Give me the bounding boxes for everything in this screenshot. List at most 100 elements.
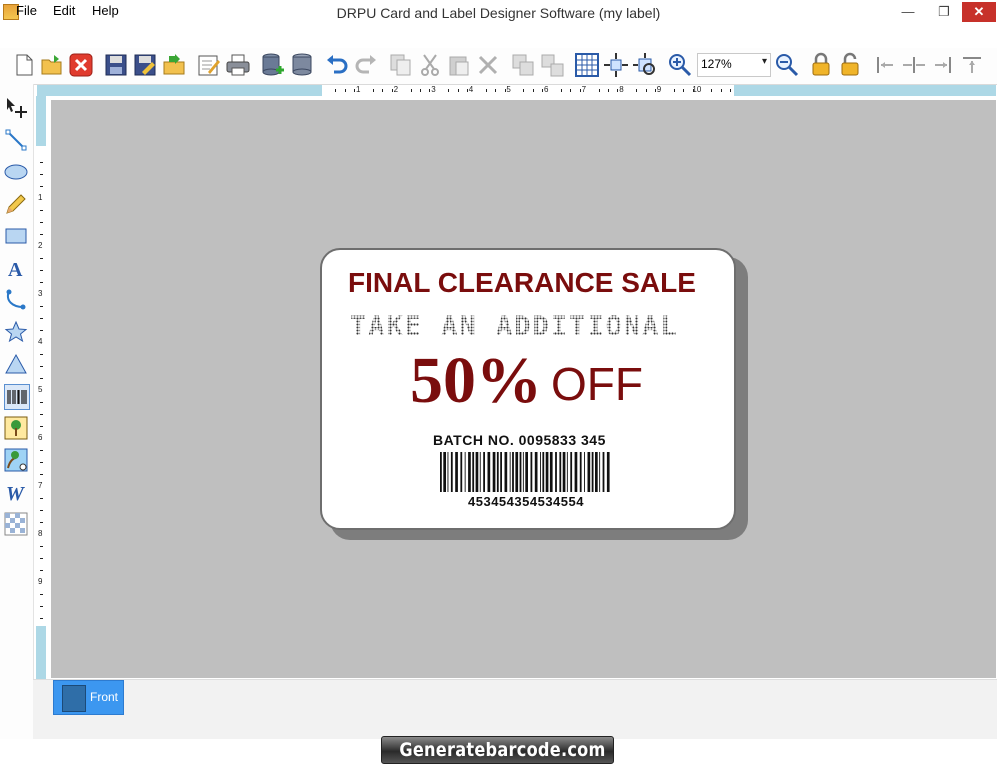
barcode-bar [500,452,502,492]
wordart-icon[interactable]: W [4,480,28,505]
ruler-label: 8 [619,85,624,94]
menu-edit[interactable]: Edit [53,3,75,18]
close-doc-icon[interactable] [68,52,94,78]
ruler-label: 4 [38,337,43,346]
ungroup-icon[interactable] [539,52,565,78]
ruler-tick [495,89,497,92]
redo-icon[interactable] [353,52,379,78]
export-icon[interactable] [161,52,187,78]
edit-icon[interactable] [196,52,222,78]
ruler-tick [711,89,713,92]
line-icon[interactable] [4,128,28,152]
align-center-icon[interactable] [901,52,927,78]
barcode-bar [570,452,573,492]
label-discount[interactable]: 50% [410,343,542,419]
ellipse-icon[interactable] [4,160,28,184]
label-off[interactable]: OFF [551,357,643,411]
ruler-tick [40,450,43,451]
menu-file[interactable]: File [16,3,37,18]
unlock-icon[interactable] [837,52,863,78]
label-subline[interactable]: TAKE AN ADDITIONAL [350,311,679,342]
star-icon[interactable] [4,320,28,344]
cut-icon[interactable] [417,52,443,78]
curve-icon[interactable] [4,288,28,312]
barcode-bar [574,452,578,492]
barcode-bar [540,452,541,492]
save-icon[interactable] [103,52,129,78]
barcode-bar [464,452,466,492]
text-icon[interactable]: A [4,256,28,281]
ruler-tick [40,234,43,235]
minimize-button[interactable]: — [890,2,926,22]
barcode-bar [487,452,491,492]
barcode-bar [566,452,568,492]
vertical-ruler: 1 2 3 4 5 6 7 8 9 [36,146,46,626]
pattern-icon[interactable] [4,512,28,536]
open-icon[interactable] [39,52,65,78]
barcode-bar [595,452,598,492]
align-top-icon[interactable] [959,52,985,78]
ruler-tick [40,414,43,415]
align-left-icon[interactable] [872,52,898,78]
label-headline[interactable]: FINAL CLEARANCE SALE [348,267,696,299]
ruler-label: 3 [38,289,43,298]
tab-front-label: Front [90,690,119,704]
database-add-icon[interactable] [260,52,286,78]
menu-bar [0,27,997,48]
ruler-tick [40,306,43,307]
zoom-select[interactable]: 127% ▾ [697,53,771,77]
ruler-tick [40,174,43,175]
rectangle-icon[interactable] [4,224,28,248]
center-icon[interactable] [632,52,658,78]
copy-icon[interactable] [388,52,414,78]
paste-icon[interactable] [446,52,472,78]
barcode-bar [509,452,511,492]
card-page-icon [62,685,86,712]
triangle-icon[interactable] [4,352,28,376]
label-batch-number[interactable]: BATCH NO. 0095833 345 [433,432,606,448]
ruler-tick [40,210,43,211]
ruler-tick [40,258,43,259]
ruler-label: 2 [38,241,43,250]
ruler-label: 4 [468,85,474,94]
save-as-icon[interactable] [132,52,158,78]
barcode-icon[interactable] [4,384,30,410]
pointer-move-icon[interactable] [4,96,28,120]
zoom-out-icon[interactable] [774,52,800,78]
ruler-tick [40,606,43,607]
image-library-icon[interactable] [4,448,28,472]
ruler-tick [683,89,685,92]
label-barcode-number[interactable]: 453454354534554 [439,494,613,509]
zoom-in-icon[interactable] [667,52,693,78]
window-title: DRPU Card and Label Designer Software (m… [336,5,661,21]
ruler-tick [40,222,43,223]
menu-help[interactable]: Help [92,3,119,18]
ruler-tick [373,89,374,92]
maximize-button[interactable]: ❐ [926,2,962,22]
new-icon[interactable] [11,52,37,78]
undo-icon[interactable] [324,52,350,78]
image-icon[interactable] [4,416,28,440]
ruler-label: 5 [506,85,511,94]
barcode-bar [504,452,508,492]
align-right-icon[interactable] [930,52,956,78]
delete-icon[interactable] [475,52,501,78]
label-barcode[interactable] [439,452,613,492]
grid-icon[interactable] [574,52,600,78]
horizontal-ruler: 1 2 3 4 5 6 7 8 9 10 [322,85,734,96]
print-icon[interactable] [225,52,251,78]
ruler-tick [457,89,459,92]
ruler-tick [40,510,43,511]
close-window-button[interactable]: ✕ [962,2,996,22]
chevron-down-icon[interactable]: ▾ [762,56,767,67]
group-icon[interactable] [510,52,536,78]
ruler-tick [40,402,43,403]
database-icon[interactable] [289,52,315,78]
ruler-tick [40,594,43,595]
pencil-icon[interactable] [4,192,28,216]
tab-front[interactable]: Front [53,680,124,715]
ruler-tick [645,89,647,92]
lock-icon[interactable] [808,52,834,78]
fit-icon[interactable] [603,52,629,78]
ruler-tick [40,162,43,163]
